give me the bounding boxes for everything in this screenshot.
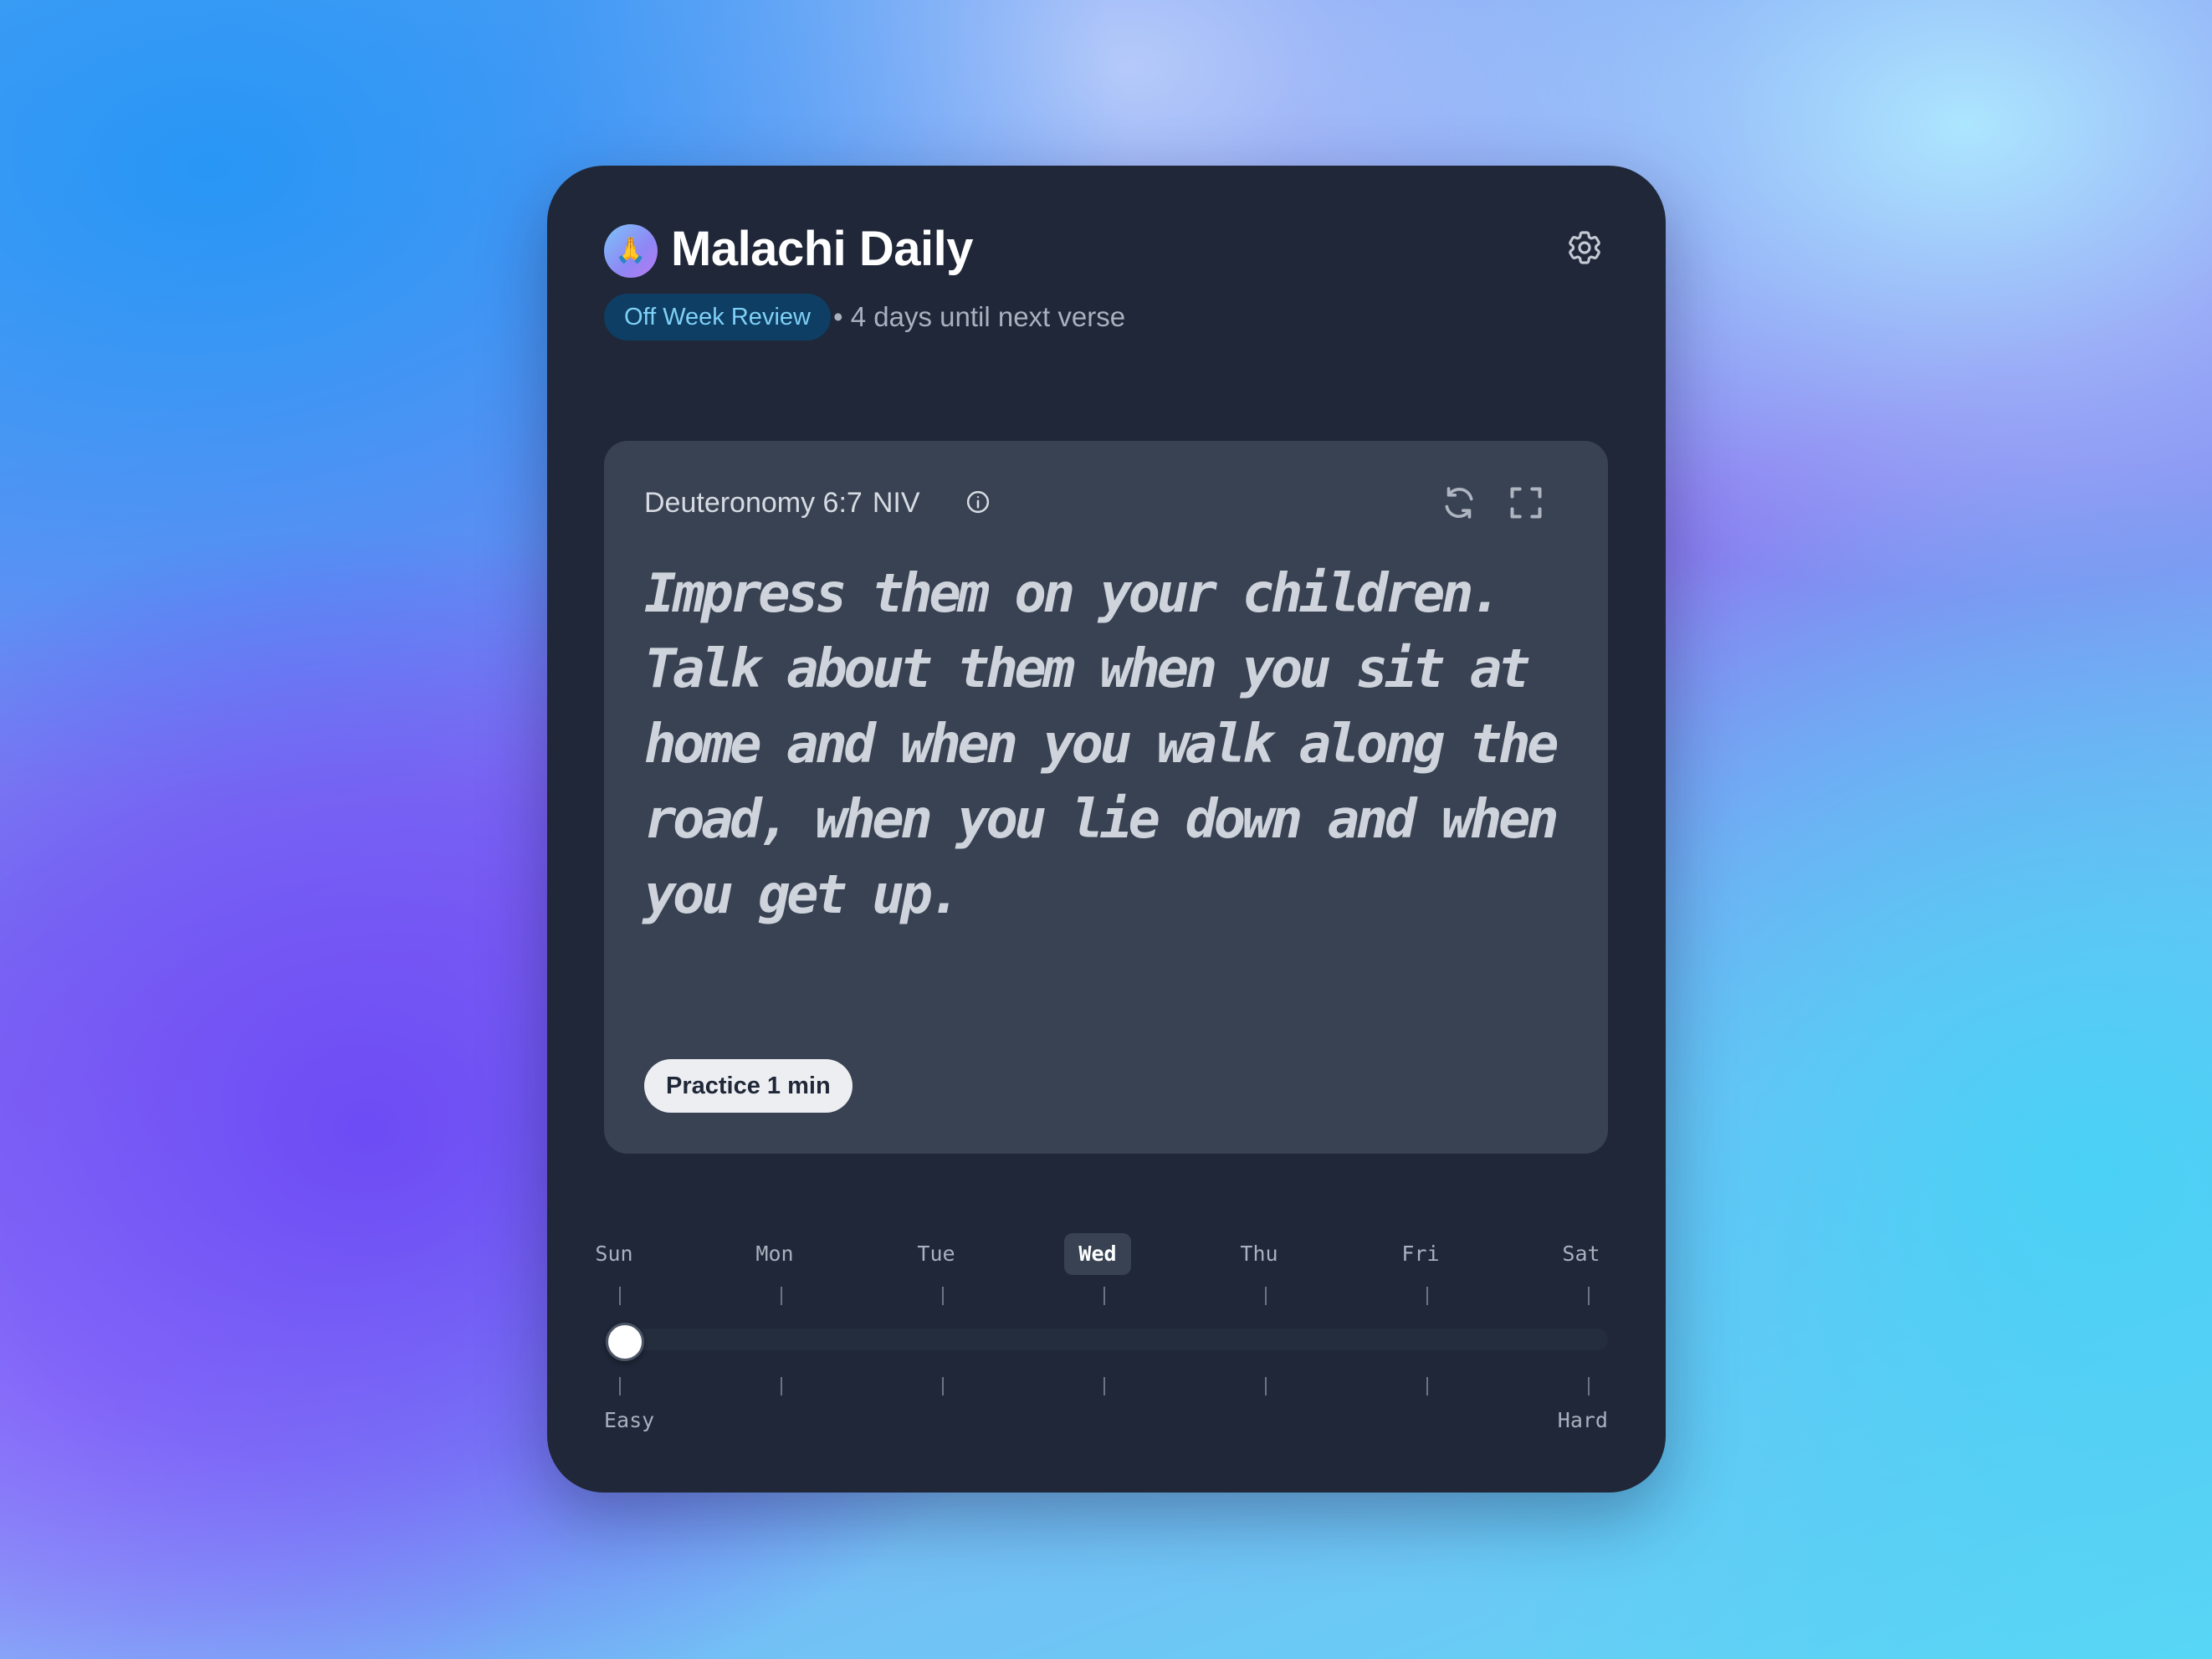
tick xyxy=(619,1377,621,1395)
difficulty-slider-thumb[interactable] xyxy=(606,1323,644,1361)
praying-hands-icon: 🙏 xyxy=(604,224,658,278)
malachi-daily-widget: 🙏 Malachi Daily Off Week Review • 4 days… xyxy=(547,166,1666,1493)
weekday-selector: Sun Mon Tue Wed Thu Fri Sat xyxy=(595,1233,1608,1275)
day-thu[interactable]: Thu xyxy=(1226,1233,1293,1275)
tick xyxy=(1265,1377,1267,1395)
tick xyxy=(1103,1287,1105,1305)
info-icon[interactable] xyxy=(965,489,991,515)
verse-reference-text: Deuteronomy 6:7 xyxy=(644,487,863,519)
tick xyxy=(781,1287,782,1305)
tick xyxy=(1588,1287,1590,1305)
verse-reference: Deuteronomy 6:7 NIV xyxy=(644,483,920,523)
verse-text: Impress them on your children. Talk abou… xyxy=(644,563,1559,926)
gear-icon[interactable] xyxy=(1564,228,1605,268)
top-ticks xyxy=(604,1287,1608,1305)
day-sat[interactable]: Sat xyxy=(1548,1233,1615,1275)
verse-card: Deuteronomy 6:7 NIV Impress them on your … xyxy=(604,441,1608,1154)
bottom-ticks xyxy=(604,1377,1608,1395)
day-mon[interactable]: Mon xyxy=(741,1233,808,1275)
countdown-text: 4 days until next verse xyxy=(850,301,1126,332)
translation-label: NIV xyxy=(872,487,920,519)
tick xyxy=(1426,1377,1428,1395)
day-sun[interactable]: Sun xyxy=(581,1233,648,1275)
next-verse-countdown: • 4 days until next verse xyxy=(833,295,1125,339)
easy-label: Easy xyxy=(604,1408,655,1432)
difficulty-slider-track[interactable] xyxy=(604,1329,1608,1350)
fullscreen-icon[interactable] xyxy=(1508,484,1544,521)
separator-dot: • xyxy=(833,301,843,332)
tick xyxy=(781,1377,782,1395)
tick xyxy=(1103,1377,1105,1395)
status-badge: Off Week Review xyxy=(604,294,831,341)
tick xyxy=(1426,1287,1428,1305)
hard-label: Hard xyxy=(1557,1408,1608,1432)
app-icon-glyph: 🙏 xyxy=(615,237,647,264)
day-wed[interactable]: Wed xyxy=(1064,1233,1131,1275)
tick xyxy=(1265,1287,1267,1305)
tick xyxy=(942,1377,944,1395)
tick xyxy=(1588,1377,1590,1395)
refresh-icon[interactable] xyxy=(1441,484,1477,521)
app-title: Malachi Daily xyxy=(671,222,973,276)
day-tue[interactable]: Tue xyxy=(903,1233,970,1275)
tick xyxy=(942,1287,944,1305)
tick xyxy=(619,1287,621,1305)
practice-button[interactable]: Practice 1 min xyxy=(644,1059,853,1113)
day-fri[interactable]: Fri xyxy=(1387,1233,1454,1275)
